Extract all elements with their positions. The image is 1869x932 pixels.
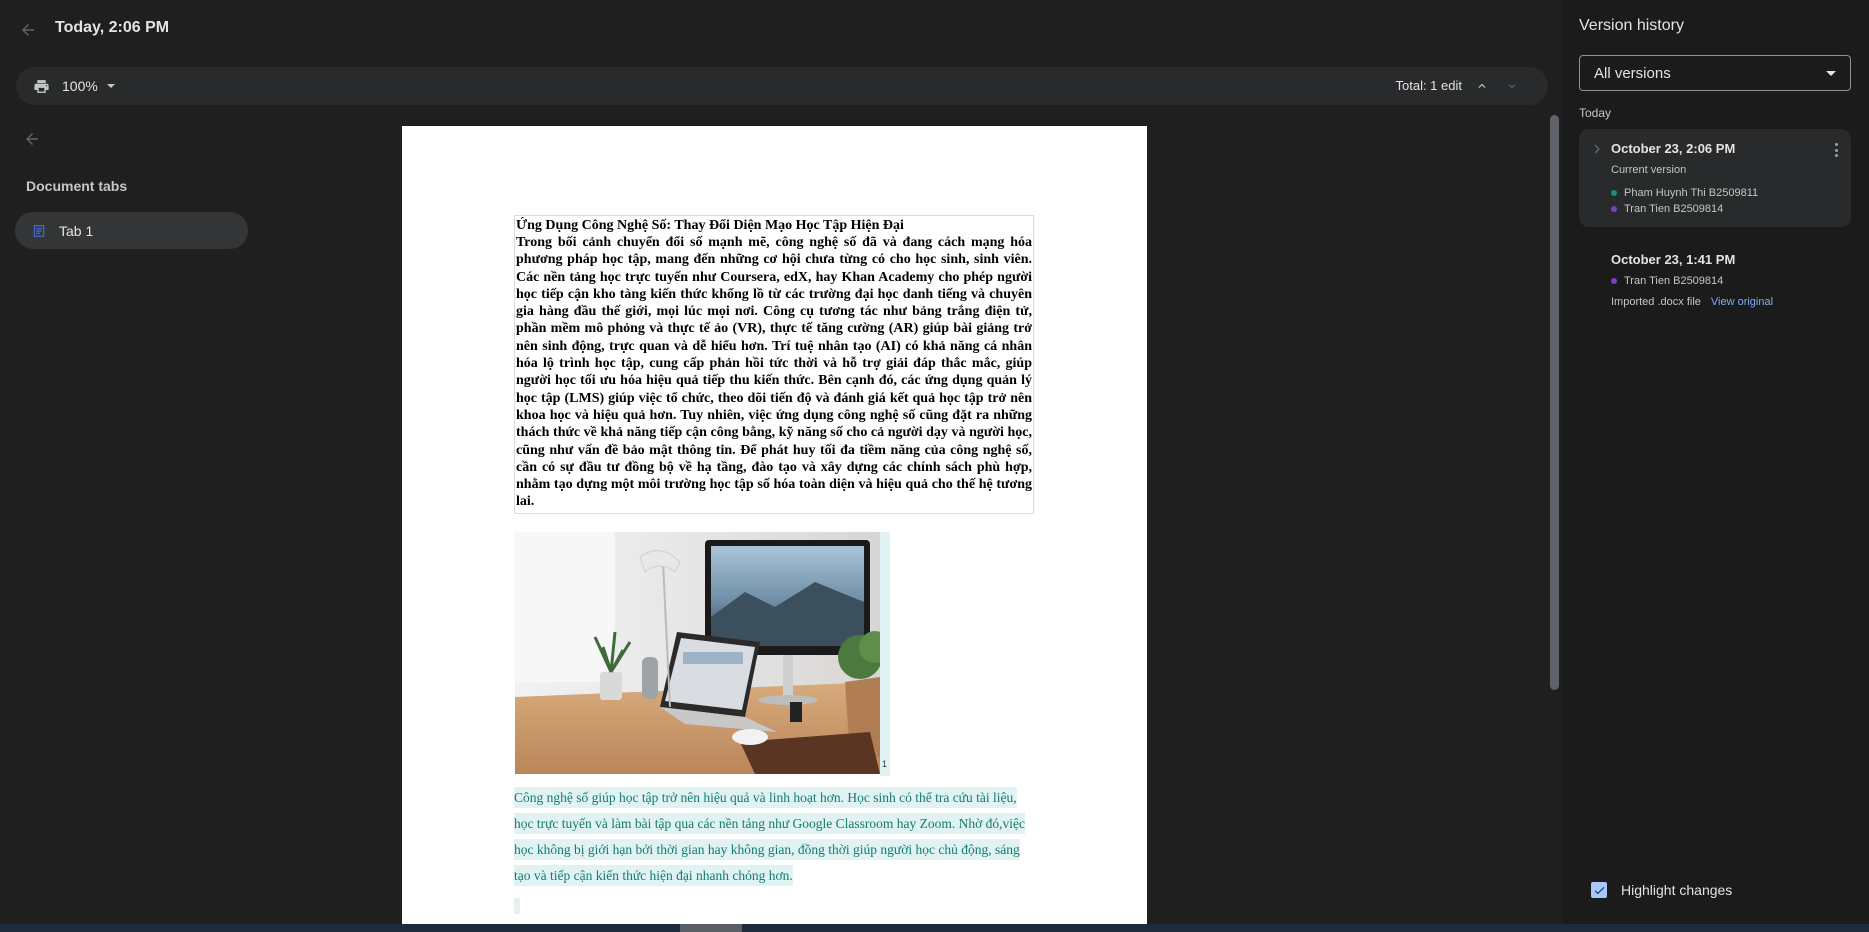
- document-page: Ứng Dụng Công Nghệ Số: Thay Đổi Diện Mạo…: [402, 126, 1147, 932]
- document-content: Ứng Dụng Công Nghệ Số: Thay Đổi Diện Mạo…: [514, 215, 1034, 914]
- text-block: Ứng Dụng Công Nghệ Số: Thay Đổi Diện Mạo…: [514, 215, 1034, 514]
- import-note: Imported .docx file View original: [1611, 296, 1773, 308]
- highlight-changes-label: Highlight changes: [1621, 882, 1733, 898]
- added-highlight-tail: [514, 897, 520, 914]
- image-row: 1: [514, 531, 1034, 776]
- version-author: Pham Huynh Thi B2509811: [1611, 187, 1758, 199]
- document-tab-icon: [33, 224, 45, 237]
- document-heading: Ứng Dụng Công Nghệ Số: Thay Đổi Diện Mạo…: [516, 218, 904, 233]
- back-button[interactable]: [14, 16, 42, 44]
- version-item-older[interactable]: October 23, 1:41 PM Tran Tien B2509814 I…: [1579, 240, 1851, 320]
- highlight-changes-toggle[interactable]: Highlight changes: [1591, 882, 1732, 898]
- author-name: Pham Huynh Thi B2509811: [1624, 187, 1759, 199]
- version-subtitle: Current version: [1611, 164, 1687, 176]
- version-filter-value: All versions: [1594, 64, 1671, 82]
- next-edit-button[interactable]: [1502, 76, 1522, 96]
- author-name: Tran Tien B2509814: [1624, 203, 1724, 215]
- chevron-up-icon: [1478, 83, 1486, 88]
- view-original-link[interactable]: View original: [1711, 296, 1773, 308]
- version-author: Tran Tien B2509814: [1611, 203, 1723, 215]
- version-history-view: Today, 2:06 PM 100% Total: 1 edit Docume…: [0, 0, 1869, 932]
- print-button[interactable]: [30, 75, 52, 97]
- arrow-back-icon: [26, 133, 38, 145]
- check-icon: [1594, 886, 1604, 894]
- document-scrollbar[interactable]: [1550, 115, 1559, 690]
- version-item-current[interactable]: October 23, 2:06 PM Current version Pham…: [1579, 129, 1851, 227]
- author-name: Tran Tien B2509814: [1624, 275, 1724, 287]
- image-change-marker: [880, 531, 890, 776]
- previous-edit-button[interactable]: [1472, 76, 1492, 96]
- document-tabs-title: Document tabs: [26, 178, 128, 194]
- added-text: Công nghệ số giúp học tập trở nên hiệu q…: [514, 786, 1026, 886]
- total-edits: Total: 1 edit: [1395, 78, 1463, 93]
- author-color-dot: [1611, 206, 1617, 212]
- author-color-dot: [1611, 190, 1617, 196]
- document-paragraph: Trong bối cảnh chuyển đổi số mạnh mẽ, cô…: [516, 235, 1032, 510]
- version-history-title: Version history: [1579, 17, 1684, 34]
- top-bar: Today, 2:06 PM: [0, 0, 1563, 62]
- version-author: Tran Tien B2509814: [1611, 275, 1723, 287]
- dropdown-caret-icon: [1826, 71, 1836, 76]
- version-group-label: Today: [1579, 106, 1612, 120]
- added-paragraph: Công nghệ số giúp học tập trở nên hiệu q…: [514, 785, 1034, 889]
- dropdown-caret-icon: [106, 84, 115, 88]
- highlight-changes-checkbox[interactable]: [1591, 882, 1607, 898]
- toolbar: 100% Total: 1 edit: [16, 67, 1548, 105]
- tab-item-1[interactable]: Tab 1: [15, 212, 248, 249]
- import-note-text: Imported .docx file: [1611, 296, 1701, 308]
- print-icon: [33, 79, 49, 93]
- document-canvas[interactable]: Ứng Dụng Công Nghệ Số: Thay Đổi Diện Mạo…: [262, 110, 1562, 932]
- desk-laptop-image[interactable]: [515, 531, 880, 774]
- arrow-back-icon: [22, 24, 34, 36]
- version-date: October 23, 1:41 PM: [1611, 252, 1736, 267]
- version-history-panel: Version history All versions Today Octob…: [1563, 0, 1869, 932]
- image-marker-number: 1: [882, 758, 888, 769]
- chevron-right-icon[interactable]: [1591, 143, 1603, 155]
- version-filter-select[interactable]: All versions: [1579, 55, 1851, 91]
- more-vert-icon[interactable]: [1831, 141, 1841, 159]
- author-color-dot: [1611, 278, 1617, 284]
- zoom-select[interactable]: 100%: [62, 75, 116, 97]
- tabs-back-button[interactable]: [20, 127, 44, 151]
- version-title: Today, 2:06 PM: [55, 19, 170, 36]
- version-date: October 23, 2:06 PM: [1611, 141, 1736, 156]
- bottom-scrollbar-track: [0, 924, 1869, 932]
- tab-label: Tab 1: [59, 222, 94, 239]
- bottom-scrollbar-thumb[interactable]: [680, 924, 742, 932]
- zoom-value: 100%: [62, 78, 98, 94]
- chevron-down-icon: [1508, 84, 1516, 89]
